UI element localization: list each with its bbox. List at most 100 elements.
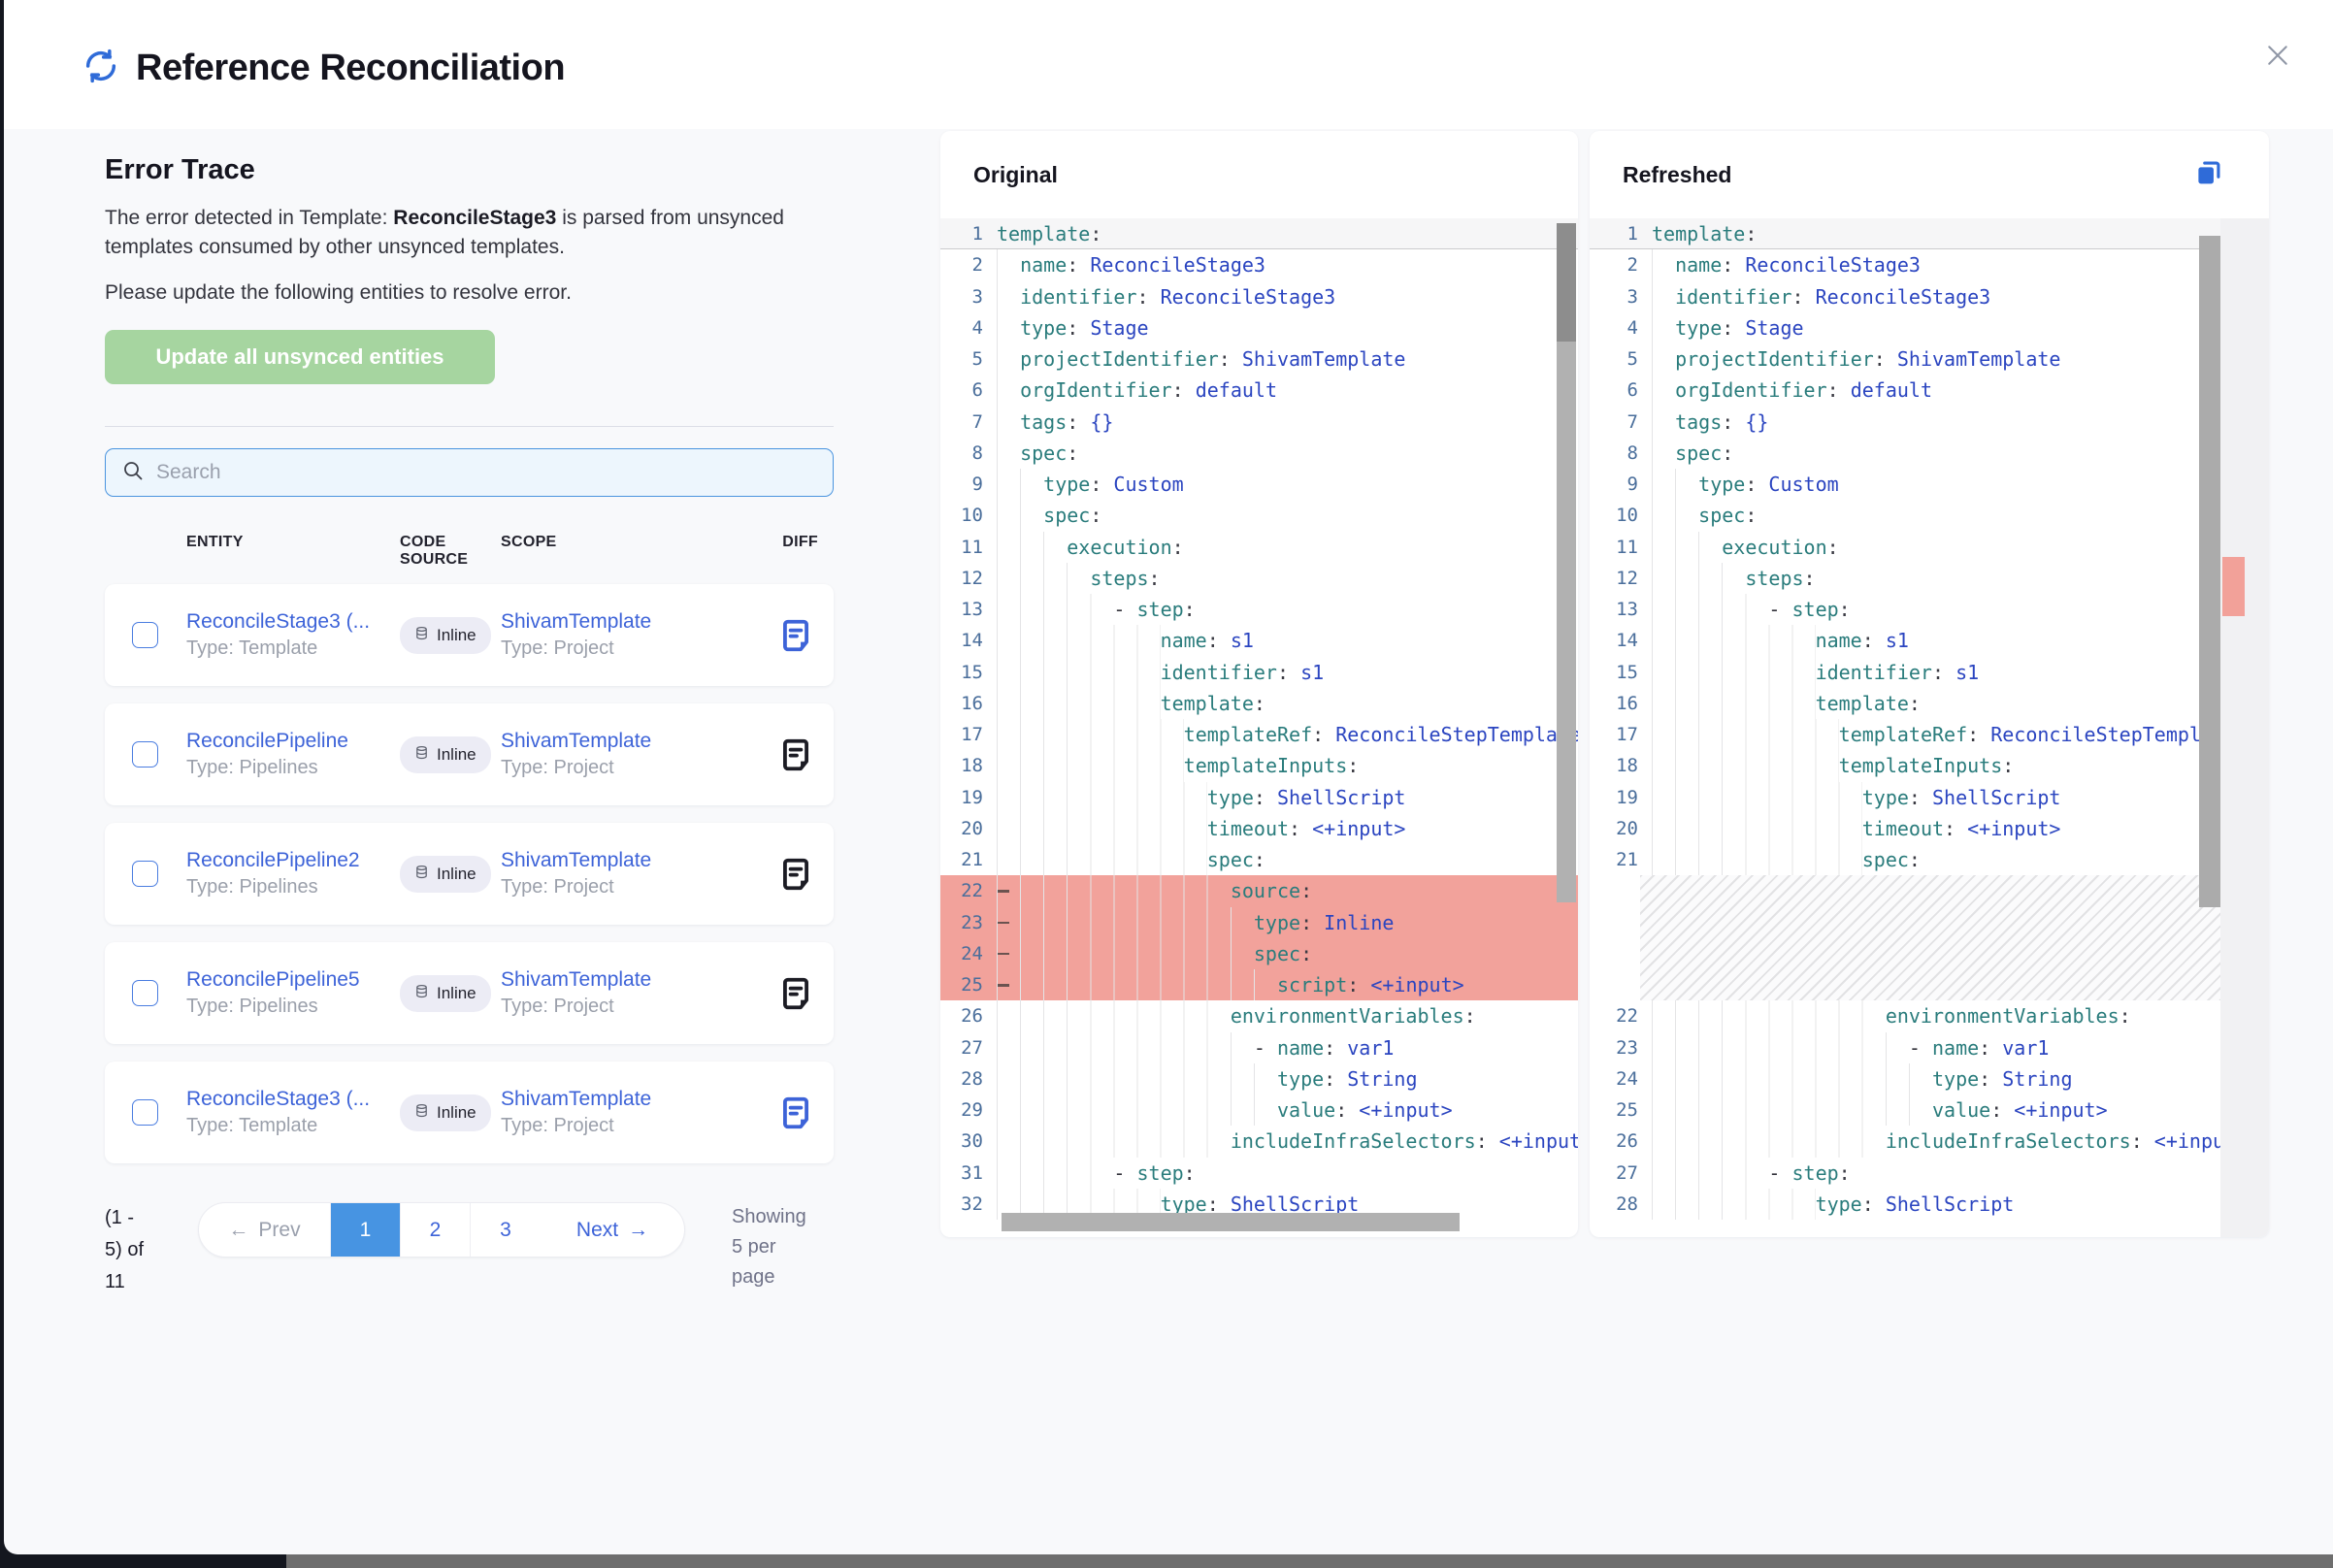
entity-link[interactable]: ReconcilePipeline (186, 730, 400, 753)
search-icon (121, 459, 145, 487)
dialog-header: Reference Reconciliation (4, 0, 2333, 129)
code-line: 5projectIdentifier: ShivamTemplate (940, 343, 1578, 375)
code-text: name: ReconcileStage3 (1652, 249, 2269, 280)
line-number: 9 (1590, 469, 1652, 500)
entity-link[interactable]: ReconcilePipeline5 (186, 968, 400, 992)
diff-document-icon[interactable] (777, 975, 814, 1012)
error-trace-panel: Error Trace The error detected in Templa… (105, 129, 834, 1298)
yaml-value: ShivamTemplate (1886, 343, 2061, 375)
yaml-value: Custom (1757, 469, 1838, 500)
code-line: 17templateRef: ReconcileStepTemplate (940, 719, 1578, 750)
line-number: 1 (940, 218, 997, 248)
prev-page-button[interactable]: ← Prev (199, 1203, 331, 1257)
yaml-value: var1 (1990, 1032, 2049, 1063)
removed-line-tick (998, 984, 1009, 987)
row-checkbox[interactable] (132, 741, 158, 768)
yaml-key: value (1277, 1094, 1335, 1126)
refreshed-code-editor[interactable]: 1template:2name: ReconcileStage33identif… (1590, 218, 2269, 1237)
diff-cell (751, 617, 834, 654)
diff-document-icon[interactable] (777, 736, 814, 773)
original-vertical-scrollbar-thumb[interactable] (1557, 223, 1576, 342)
code-line: 21spec: (940, 844, 1578, 875)
background-page-scrollbar[interactable] (286, 1554, 2333, 1568)
yaml-key: name (1161, 625, 1207, 656)
yaml-key: steps (1745, 563, 1803, 594)
arrow-left-icon: ← (228, 1219, 248, 1242)
yaml-key: type (1862, 782, 1909, 813)
diff-document-icon[interactable] (777, 617, 814, 654)
line-number: 14 (1590, 625, 1652, 656)
row-checkbox[interactable] (132, 1099, 158, 1126)
page-button-2[interactable]: 2 (401, 1203, 471, 1257)
code-line: 25script: <+input> (940, 969, 1578, 1000)
scope-type-label: Type: Project (501, 757, 751, 779)
entity-link[interactable]: ReconcileStage3 (... (186, 610, 400, 634)
code-line: 1template: (1590, 218, 2269, 249)
code-line: 21spec: (1590, 844, 2269, 875)
diff-cell (751, 856, 834, 893)
page-button-1[interactable]: 1 (331, 1203, 401, 1257)
row-checkbox[interactable] (132, 980, 158, 1006)
database-icon (414, 865, 429, 884)
code-source-cell: Inline (400, 1094, 501, 1131)
scope-link[interactable]: ShivamTemplate (501, 610, 751, 634)
code-line: 9type: Custom (940, 469, 1578, 500)
scope-type-label: Type: Project (501, 876, 751, 898)
yaml-key: type (1254, 907, 1300, 938)
line-number: 5 (1590, 343, 1652, 375)
entity-type-label: Type: Pipelines (186, 757, 400, 779)
original-horizontal-scrollbar[interactable] (1002, 1213, 1460, 1231)
refreshed-vertical-scrollbar[interactable] (2199, 236, 2220, 907)
line-number: 13 (1590, 594, 1652, 625)
entity-table: ReconcileStage3 (...Type: TemplateInline… (105, 584, 834, 1163)
scope-link[interactable]: ShivamTemplate (501, 849, 751, 872)
search-input[interactable] (156, 461, 817, 484)
yaml-key: type (1675, 312, 1722, 343)
row-checkbox[interactable] (132, 861, 158, 887)
template-name: ReconcileStage3 (393, 207, 556, 229)
yaml-key: steps (1090, 563, 1148, 594)
close-icon[interactable] (2261, 39, 2294, 72)
yaml-value: s1 (1219, 625, 1254, 656)
code-line: 16template: (940, 688, 1578, 719)
scope-type-label: Type: Project (501, 1115, 751, 1137)
next-page-button[interactable]: Next → (541, 1203, 684, 1257)
code-line: 2name: ReconcileStage3 (940, 249, 1578, 280)
entity-link[interactable]: ReconcileStage3 (... (186, 1088, 400, 1111)
scope-link[interactable]: ShivamTemplate (501, 730, 751, 753)
scope-link[interactable]: ShivamTemplate (501, 1088, 751, 1111)
code-text: - step: (997, 1158, 1578, 1189)
diff-document-icon[interactable] (777, 856, 814, 893)
page-button-3[interactable]: 3 (471, 1203, 541, 1257)
line-number: 10 (1590, 500, 1652, 531)
yaml-value: ReconcileStage3 (1078, 249, 1265, 280)
yaml-value: var1 (1335, 1032, 1394, 1063)
error-instruction: Please update the following entities to … (105, 281, 834, 305)
code-text: steps: (1652, 563, 2269, 594)
code-line: 6orgIdentifier: default (1590, 375, 2269, 406)
entity-link[interactable]: ReconcilePipeline2 (186, 849, 400, 872)
line-number: 18 (1590, 750, 1652, 781)
code-source-label: Inline (437, 865, 476, 884)
yaml-key: includeInfraSelectors (1886, 1126, 2131, 1157)
code-text: template: (1652, 688, 2269, 719)
line-number: 16 (940, 688, 997, 719)
code-source-badge: Inline (400, 856, 491, 893)
copy-icon[interactable] (2192, 156, 2225, 189)
code-line: 23- name: var1 (1590, 1032, 2269, 1063)
yaml-key: source (1231, 875, 1300, 906)
scope-link[interactable]: ShivamTemplate (501, 968, 751, 992)
update-all-unsynced-button[interactable]: Update all unsynced entities (105, 330, 495, 384)
yaml-key: type (1277, 1063, 1324, 1094)
yaml-value: <+input> (1955, 813, 2060, 844)
line-number: 18 (940, 750, 997, 781)
pagination-controls: ← Prev 123 Next → (198, 1202, 685, 1258)
yaml-key: templateInputs (1184, 750, 1348, 781)
original-code-editor[interactable]: 1template:2name: ReconcileStage33identif… (940, 218, 1578, 1237)
row-checkbox[interactable] (132, 622, 158, 648)
yaml-key: value (1932, 1094, 1990, 1126)
diff-document-icon[interactable] (777, 1094, 814, 1131)
code-text: type: ShellScript (1652, 1189, 2269, 1220)
code-text: - step: (1652, 1158, 2269, 1189)
original-pane: Original 1template:2name: ReconcileStage… (940, 131, 1578, 1237)
